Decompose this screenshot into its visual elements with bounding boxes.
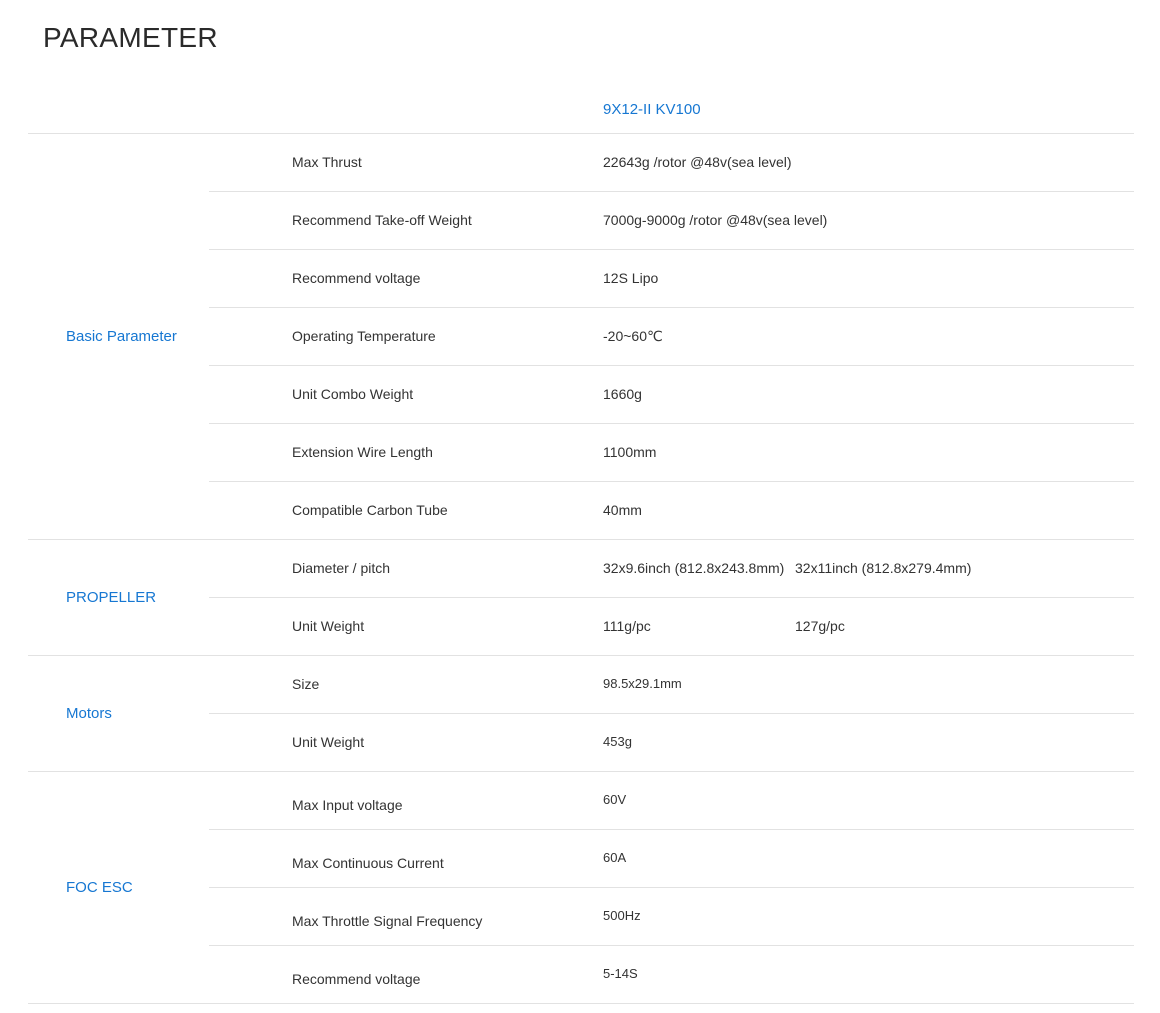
param-value: 60A [603, 850, 627, 865]
table-row: Recommend Take-off Weight 7000g-9000g /r… [209, 191, 1134, 249]
param-name: Recommend voltage [292, 270, 421, 286]
param-value: 5-14S [603, 966, 638, 981]
param-value: 40mm [603, 502, 642, 518]
section-basic-parameter: Basic Parameter Max Thrust 22643g /rotor… [28, 134, 1134, 540]
param-value: 1100mm [603, 444, 657, 460]
param-value-alt: 127g/pc [795, 618, 845, 634]
table-row: Max Throttle Signal Frequency 500Hz [209, 887, 1134, 945]
table-row: Compatible Carbon Tube 40mm [209, 481, 1134, 539]
table-row: Max Thrust 22643g /rotor @48v(sea level) [209, 134, 1134, 191]
table-header-row: 9X12-II KV100 [28, 86, 1134, 134]
param-name: Extension Wire Length [292, 444, 433, 460]
param-name: Max Throttle Signal Frequency [292, 913, 483, 929]
model-name: 9X12-II KV100 [603, 101, 701, 118]
param-name: Compatible Carbon Tube [292, 502, 448, 518]
section-label: Motors [66, 705, 112, 722]
param-value: 98.5x29.1mm [603, 676, 682, 691]
table-row: Extension Wire Length 1100mm [209, 423, 1134, 481]
table-row: Size 98.5x29.1mm [209, 656, 1134, 713]
section-foc-esc: FOC ESC Max Input voltage 60V Max Contin… [28, 772, 1134, 1004]
table-row: Diameter / pitch 32x9.6inch (812.8x243.8… [209, 540, 1134, 597]
param-name: Size [292, 676, 320, 692]
param-value-alt: 32x11inch (812.8x279.4mm) [795, 560, 972, 576]
page-title: PARAMETER [43, 22, 218, 53]
param-name: Max Input voltage [292, 797, 403, 813]
param-name: Unit Weight [292, 734, 365, 750]
param-value: 453g [603, 734, 632, 749]
param-name: Unit Weight [292, 618, 365, 634]
param-value: 111g/pc [603, 618, 651, 634]
table-row: Recommend voltage 12S Lipo [209, 249, 1134, 307]
table-row: Max Input voltage 60V [209, 772, 1134, 829]
param-name: Unit Combo Weight [292, 386, 414, 402]
section-label: Basic Parameter [66, 328, 177, 345]
param-name: Diameter / pitch [292, 560, 391, 576]
spec-table: 9X12-II KV100 Basic Parameter Max Thrust… [28, 86, 1134, 1004]
table-row: Recommend voltage 5-14S [209, 945, 1134, 1003]
param-value: 32x9.6inch (812.8x243.8mm) [603, 560, 785, 576]
param-name: Recommend Take-off Weight [292, 212, 472, 228]
param-value: 7000g-9000g /rotor @48v(sea level) [603, 212, 828, 228]
param-value: 1660g [603, 386, 642, 402]
param-value: 22643g /rotor @48v(sea level) [603, 154, 792, 170]
section-propeller: PROPELLER Diameter / pitch 32x9.6inch (8… [28, 540, 1134, 656]
table-row: Unit Weight 111g/pc 127g/pc [209, 597, 1134, 655]
param-name: Max Thrust [292, 154, 362, 170]
table-row: Max Continuous Current 60A [209, 829, 1134, 887]
param-value: 500Hz [603, 908, 641, 923]
table-row: Unit Combo Weight 1660g [209, 365, 1134, 423]
param-value: 12S Lipo [603, 270, 659, 286]
table-row: Unit Weight 453g [209, 713, 1134, 771]
section-label: PROPELLER [66, 589, 157, 606]
table-row: Operating Temperature -20~60℃ [209, 307, 1134, 365]
param-name: Recommend voltage [292, 971, 421, 987]
section-label: FOC ESC [66, 879, 133, 896]
param-name: Max Continuous Current [292, 855, 444, 871]
param-value: 60V [603, 792, 627, 807]
section-motors: Motors Size 98.5x29.1mm Unit Weight 453g [28, 656, 1134, 772]
param-name: Operating Temperature [292, 328, 436, 344]
param-value: -20~60℃ [603, 328, 663, 344]
